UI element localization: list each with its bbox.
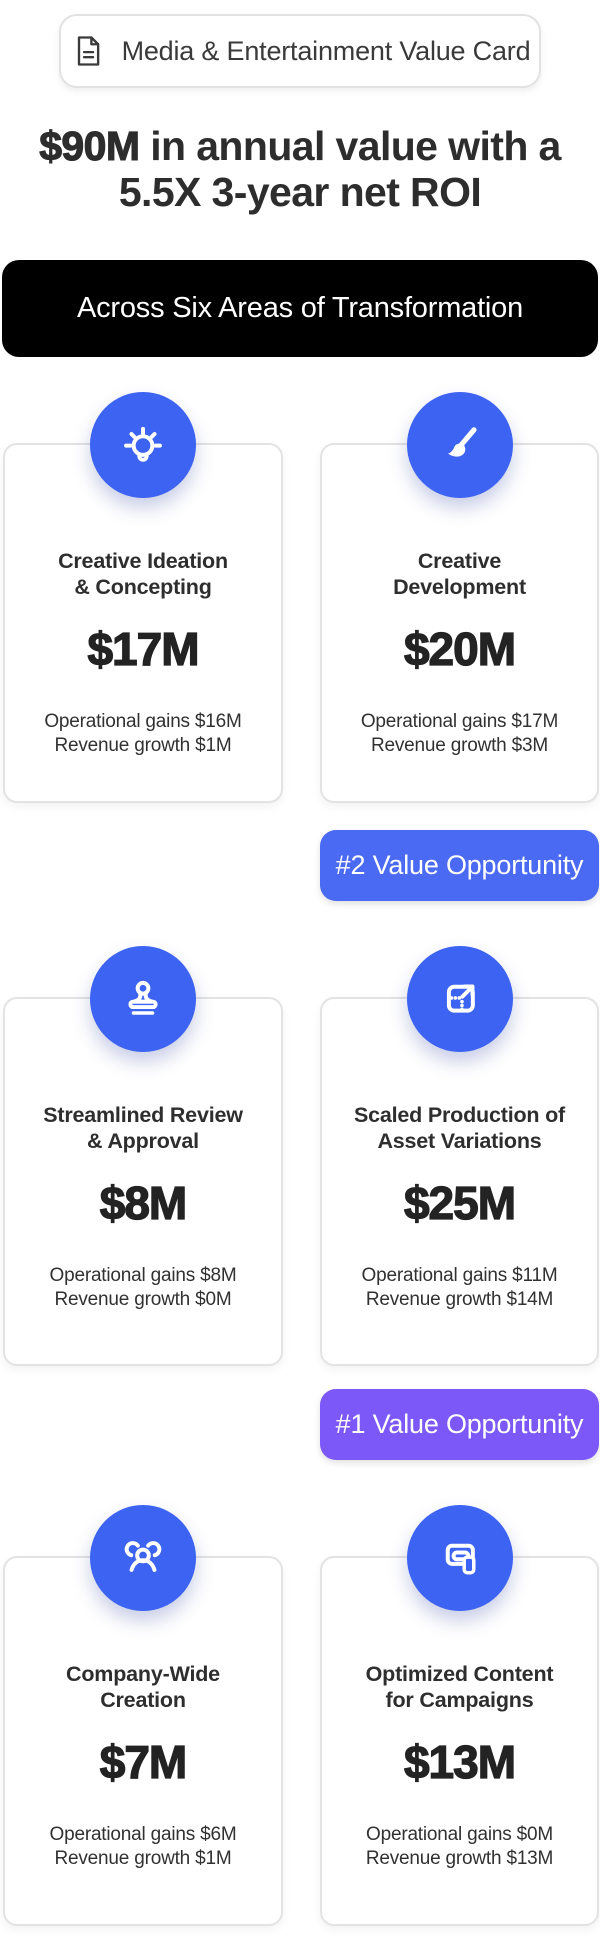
value-card-pill: Media & Entertainment Value Card <box>59 14 541 88</box>
card-title: Streamlined Review& Approval <box>15 1103 271 1155</box>
headline-rest: in annual value with a <box>139 123 560 169</box>
card-scaled-production: Scaled Production ofAsset Variations $25… <box>320 997 599 1366</box>
card-creative-development: CreativeDevelopment $20M Operational gai… <box>320 443 599 803</box>
cards-row-2: Streamlined Review& Approval $8M Operati… <box>0 997 600 1366</box>
value-card-pill-label: Media & Entertainment Value Card <box>122 36 531 67</box>
card-detail: Operational gains $0MRevenue growth $13M <box>332 1823 587 1869</box>
card-title: Optimized Contentfor Campaigns <box>332 1662 587 1714</box>
card-value: $25M <box>332 1176 587 1230</box>
headline-line2: 5.5X 3-year net ROI <box>119 169 481 215</box>
card-detail: Operational gains $6MRevenue growth $1M <box>15 1823 271 1869</box>
badge-row-1: #2 Value Opportunity <box>0 830 600 901</box>
badge-1-value-opportunity: #1 Value Opportunity <box>320 1389 599 1460</box>
card-value: $17M <box>15 622 271 676</box>
badge-2-value-opportunity: #2 Value Opportunity <box>320 830 599 901</box>
stamp-icon <box>90 946 196 1052</box>
page-title: $90M in annual value with a5.5X 3-year n… <box>0 124 600 216</box>
value-card-page: Media & Entertainment Value Card $90M in… <box>0 14 600 1954</box>
card-detail: Operational gains $8MRevenue growth $0M <box>15 1264 271 1310</box>
card-value: $20M <box>332 622 587 676</box>
cards-row-1: Creative Ideation& Concepting $17M Opera… <box>0 443 600 803</box>
card-detail: Operational gains $17MRevenue growth $3M <box>332 710 587 756</box>
content-stack-icon <box>407 1505 513 1611</box>
lightbulb-icon <box>90 392 196 498</box>
scale-export-icon <box>407 946 513 1052</box>
card-title: Creative Ideation& Concepting <box>15 549 271 601</box>
card-value: $13M <box>332 1735 587 1789</box>
transformation-banner: Across Six Areas of Transformation <box>2 260 598 357</box>
card-value: $7M <box>15 1735 271 1789</box>
card-company-wide-creation: Company-WideCreation $7M Operational gai… <box>3 1556 283 1926</box>
headline-amount: $90M <box>39 123 139 169</box>
document-icon <box>70 33 106 69</box>
cards-row-3: Company-WideCreation $7M Operational gai… <box>0 1556 600 1926</box>
card-title: Company-WideCreation <box>15 1662 271 1714</box>
card-detail: Operational gains $16MRevenue growth $1M <box>15 710 271 756</box>
transformation-banner-label: Across Six Areas of Transformation <box>77 292 523 325</box>
card-optimized-content: Optimized Contentfor Campaigns $13M Oper… <box>320 1556 599 1926</box>
card-value: $8M <box>15 1176 271 1230</box>
card-title: Scaled Production ofAsset Variations <box>332 1103 587 1155</box>
card-title: CreativeDevelopment <box>332 549 587 601</box>
card-streamlined-review: Streamlined Review& Approval $8M Operati… <box>3 997 283 1366</box>
card-detail: Operational gains $11MRevenue growth $14… <box>332 1264 587 1310</box>
card-creative-ideation: Creative Ideation& Concepting $17M Opera… <box>3 443 283 803</box>
paintbrush-icon <box>407 392 513 498</box>
community-icon <box>90 1505 196 1611</box>
badge-row-2: #1 Value Opportunity <box>0 1389 600 1460</box>
